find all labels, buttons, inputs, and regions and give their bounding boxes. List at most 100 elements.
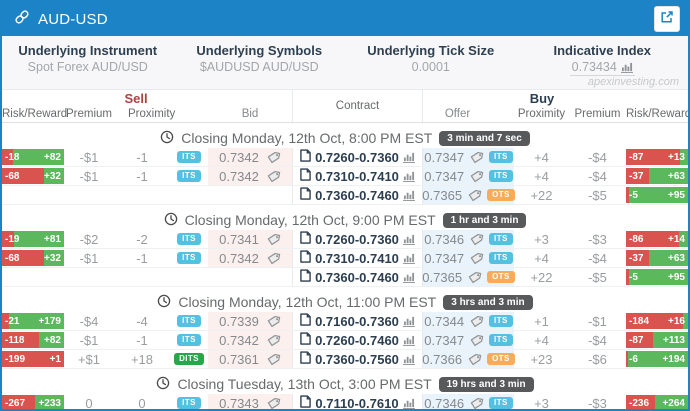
contract-range[interactable]: 0.7360-0.7460 <box>315 270 399 285</box>
contract-cell: 0.7260-0.7360 <box>292 148 423 166</box>
contract-range[interactable]: 0.7260-0.7360 <box>315 232 399 247</box>
ticket-icon[interactable] <box>266 352 281 367</box>
contract-row: 0.7360-0.7460 0.7365 OTS +22 -$5 -5 +95 <box>2 186 688 205</box>
buy-risk-reward-cell: -5 +95 <box>626 186 688 204</box>
bid-cell[interactable]: 0.7342 <box>208 148 292 166</box>
contract-range[interactable]: 0.7110-0.7610 <box>315 396 398 411</box>
bid-value[interactable]: 0.7342 <box>219 169 259 184</box>
offer-cell[interactable]: 0.7347 ITS <box>423 148 514 166</box>
reward-value: +16 <box>668 313 685 329</box>
offer-value[interactable]: 0.7347 <box>424 150 464 165</box>
buy-proximity: +3 <box>514 230 569 248</box>
contract-range[interactable]: 0.7360-0.7560 <box>315 352 399 367</box>
offer-value[interactable]: 0.7347 <box>424 251 464 266</box>
chart-icon[interactable] <box>403 152 415 163</box>
contract-range[interactable]: 0.7360-0.7460 <box>315 188 399 203</box>
contract-range[interactable]: 0.7260-0.7360 <box>315 150 399 165</box>
bid-cell[interactable]: 0.7342 <box>208 249 292 267</box>
ticket-icon[interactable] <box>469 232 484 247</box>
bid-cell[interactable]: 0.7339 <box>208 312 292 330</box>
bid-value[interactable]: 0.7339 <box>219 314 259 329</box>
ticket-icon[interactable] <box>266 232 281 247</box>
bid-cell[interactable]: 0.7361 <box>208 350 292 368</box>
chart-icon[interactable] <box>403 171 415 182</box>
bid-value[interactable]: 0.7342 <box>219 333 259 348</box>
chart-icon[interactable] <box>403 398 415 409</box>
chart-icon[interactable] <box>621 62 633 73</box>
offer-cell[interactable]: 0.7347 ITS <box>423 167 514 185</box>
ticket-icon[interactable] <box>469 169 484 184</box>
offer-cell[interactable]: 0.7365 OTS <box>423 268 514 286</box>
buy-status-badge: OTS <box>487 353 515 365</box>
chart-icon[interactable] <box>403 316 415 327</box>
bid-value[interactable]: 0.7341 <box>219 232 259 247</box>
closing-label: Closing Tuesday, 13th Oct, 3:00 PM EST <box>177 376 431 392</box>
offer-value[interactable]: 0.7346 <box>424 232 464 247</box>
offer-cell[interactable]: 0.7347 ITS <box>423 331 514 349</box>
chart-icon[interactable] <box>403 234 415 245</box>
sell-risk-reward-cell <box>2 268 64 286</box>
offer-cell[interactable]: 0.7365 OTS <box>423 186 514 204</box>
info-label: Underlying Tick Size <box>345 43 517 58</box>
expand-button[interactable] <box>654 6 680 32</box>
chart-icon[interactable] <box>403 253 415 264</box>
contract-row: -21 +179 -$4 -4 ITS 0.7339 0.7160-0.7360… <box>2 312 688 331</box>
contract-range[interactable]: 0.7310-0.7410 <box>315 169 399 184</box>
offer-value[interactable]: 0.7344 <box>424 314 464 329</box>
sell-premium: -$1 <box>64 167 114 185</box>
offer-value[interactable]: 0.7347 <box>424 333 464 348</box>
ticket-icon[interactable] <box>467 270 482 285</box>
bid-value[interactable]: 0.7342 <box>219 150 259 165</box>
group-header: Closing Monday, 12th Oct, 9:00 PM EST 1 … <box>2 210 688 230</box>
bid-value[interactable]: 0.7342 <box>219 251 259 266</box>
ticket-icon[interactable] <box>266 150 281 165</box>
offer-value[interactable]: 0.7366 <box>422 352 462 367</box>
ticket-icon[interactable] <box>469 251 484 266</box>
ticket-icon[interactable] <box>266 169 281 184</box>
bid-cell[interactable]: 0.7341 <box>208 230 292 248</box>
ticket-icon[interactable] <box>467 352 482 367</box>
ticket-icon[interactable] <box>266 251 281 266</box>
buy-proximity: +3 <box>514 394 569 411</box>
bid-cell[interactable]: 0.7343 <box>208 394 292 411</box>
ticket-icon[interactable] <box>469 314 484 329</box>
offer-cell[interactable]: 0.7344 ITS <box>423 312 514 330</box>
contract-range[interactable]: 0.7310-0.7410 <box>315 251 399 266</box>
bid-value[interactable]: 0.7361 <box>219 352 259 367</box>
buy-risk-reward-bar: -184 +16 <box>626 313 688 329</box>
offer-value[interactable]: 0.7346 <box>424 396 464 411</box>
info-label: Underlying Symbols <box>174 43 346 58</box>
sell-premium: -$4 <box>64 312 114 330</box>
chart-icon[interactable] <box>403 354 415 365</box>
ticket-icon[interactable] <box>469 396 484 411</box>
bid-cell[interactable]: 0.7342 <box>208 167 292 185</box>
bid-cell[interactable]: 0.7342 <box>208 331 292 349</box>
bid-value[interactable]: 0.7343 <box>219 396 259 411</box>
offer-cell[interactable]: 0.7346 ITS <box>423 230 514 248</box>
buy-status-badge: ITS <box>489 252 513 264</box>
offer-value[interactable]: 0.7365 <box>422 270 462 285</box>
offer-cell[interactable]: 0.7346 ITS <box>423 394 514 411</box>
offer-value[interactable]: 0.7365 <box>422 188 462 203</box>
contract-cell: 0.7360-0.7460 <box>292 268 423 286</box>
offer-cell[interactable]: 0.7347 ITS <box>423 249 514 267</box>
chart-icon[interactable] <box>403 335 415 346</box>
ticket-icon[interactable] <box>266 333 281 348</box>
offer-value[interactable]: 0.7347 <box>424 169 464 184</box>
ticket-icon[interactable] <box>467 188 482 203</box>
contract-range[interactable]: 0.7260-0.7460 <box>315 333 399 348</box>
sell-group-label: Sell <box>64 91 208 106</box>
ticket-icon[interactable] <box>469 333 484 348</box>
risk-value: -267 <box>5 395 25 411</box>
reward-value: +82 <box>44 332 61 348</box>
chart-icon[interactable] <box>403 272 415 283</box>
ticket-icon[interactable] <box>469 150 484 165</box>
contract-range[interactable]: 0.7160-0.7360 <box>315 314 399 329</box>
ticket-icon[interactable] <box>266 396 281 411</box>
offer-cell[interactable]: 0.7366 OTS <box>423 350 514 368</box>
buy-status-badge: ITS <box>489 233 513 245</box>
chart-icon[interactable] <box>403 190 415 201</box>
buy-risk-reward-bar: -87 +13 <box>626 149 688 165</box>
ticket-icon[interactable] <box>266 314 281 329</box>
sell-status-badge: DITS <box>174 353 204 365</box>
